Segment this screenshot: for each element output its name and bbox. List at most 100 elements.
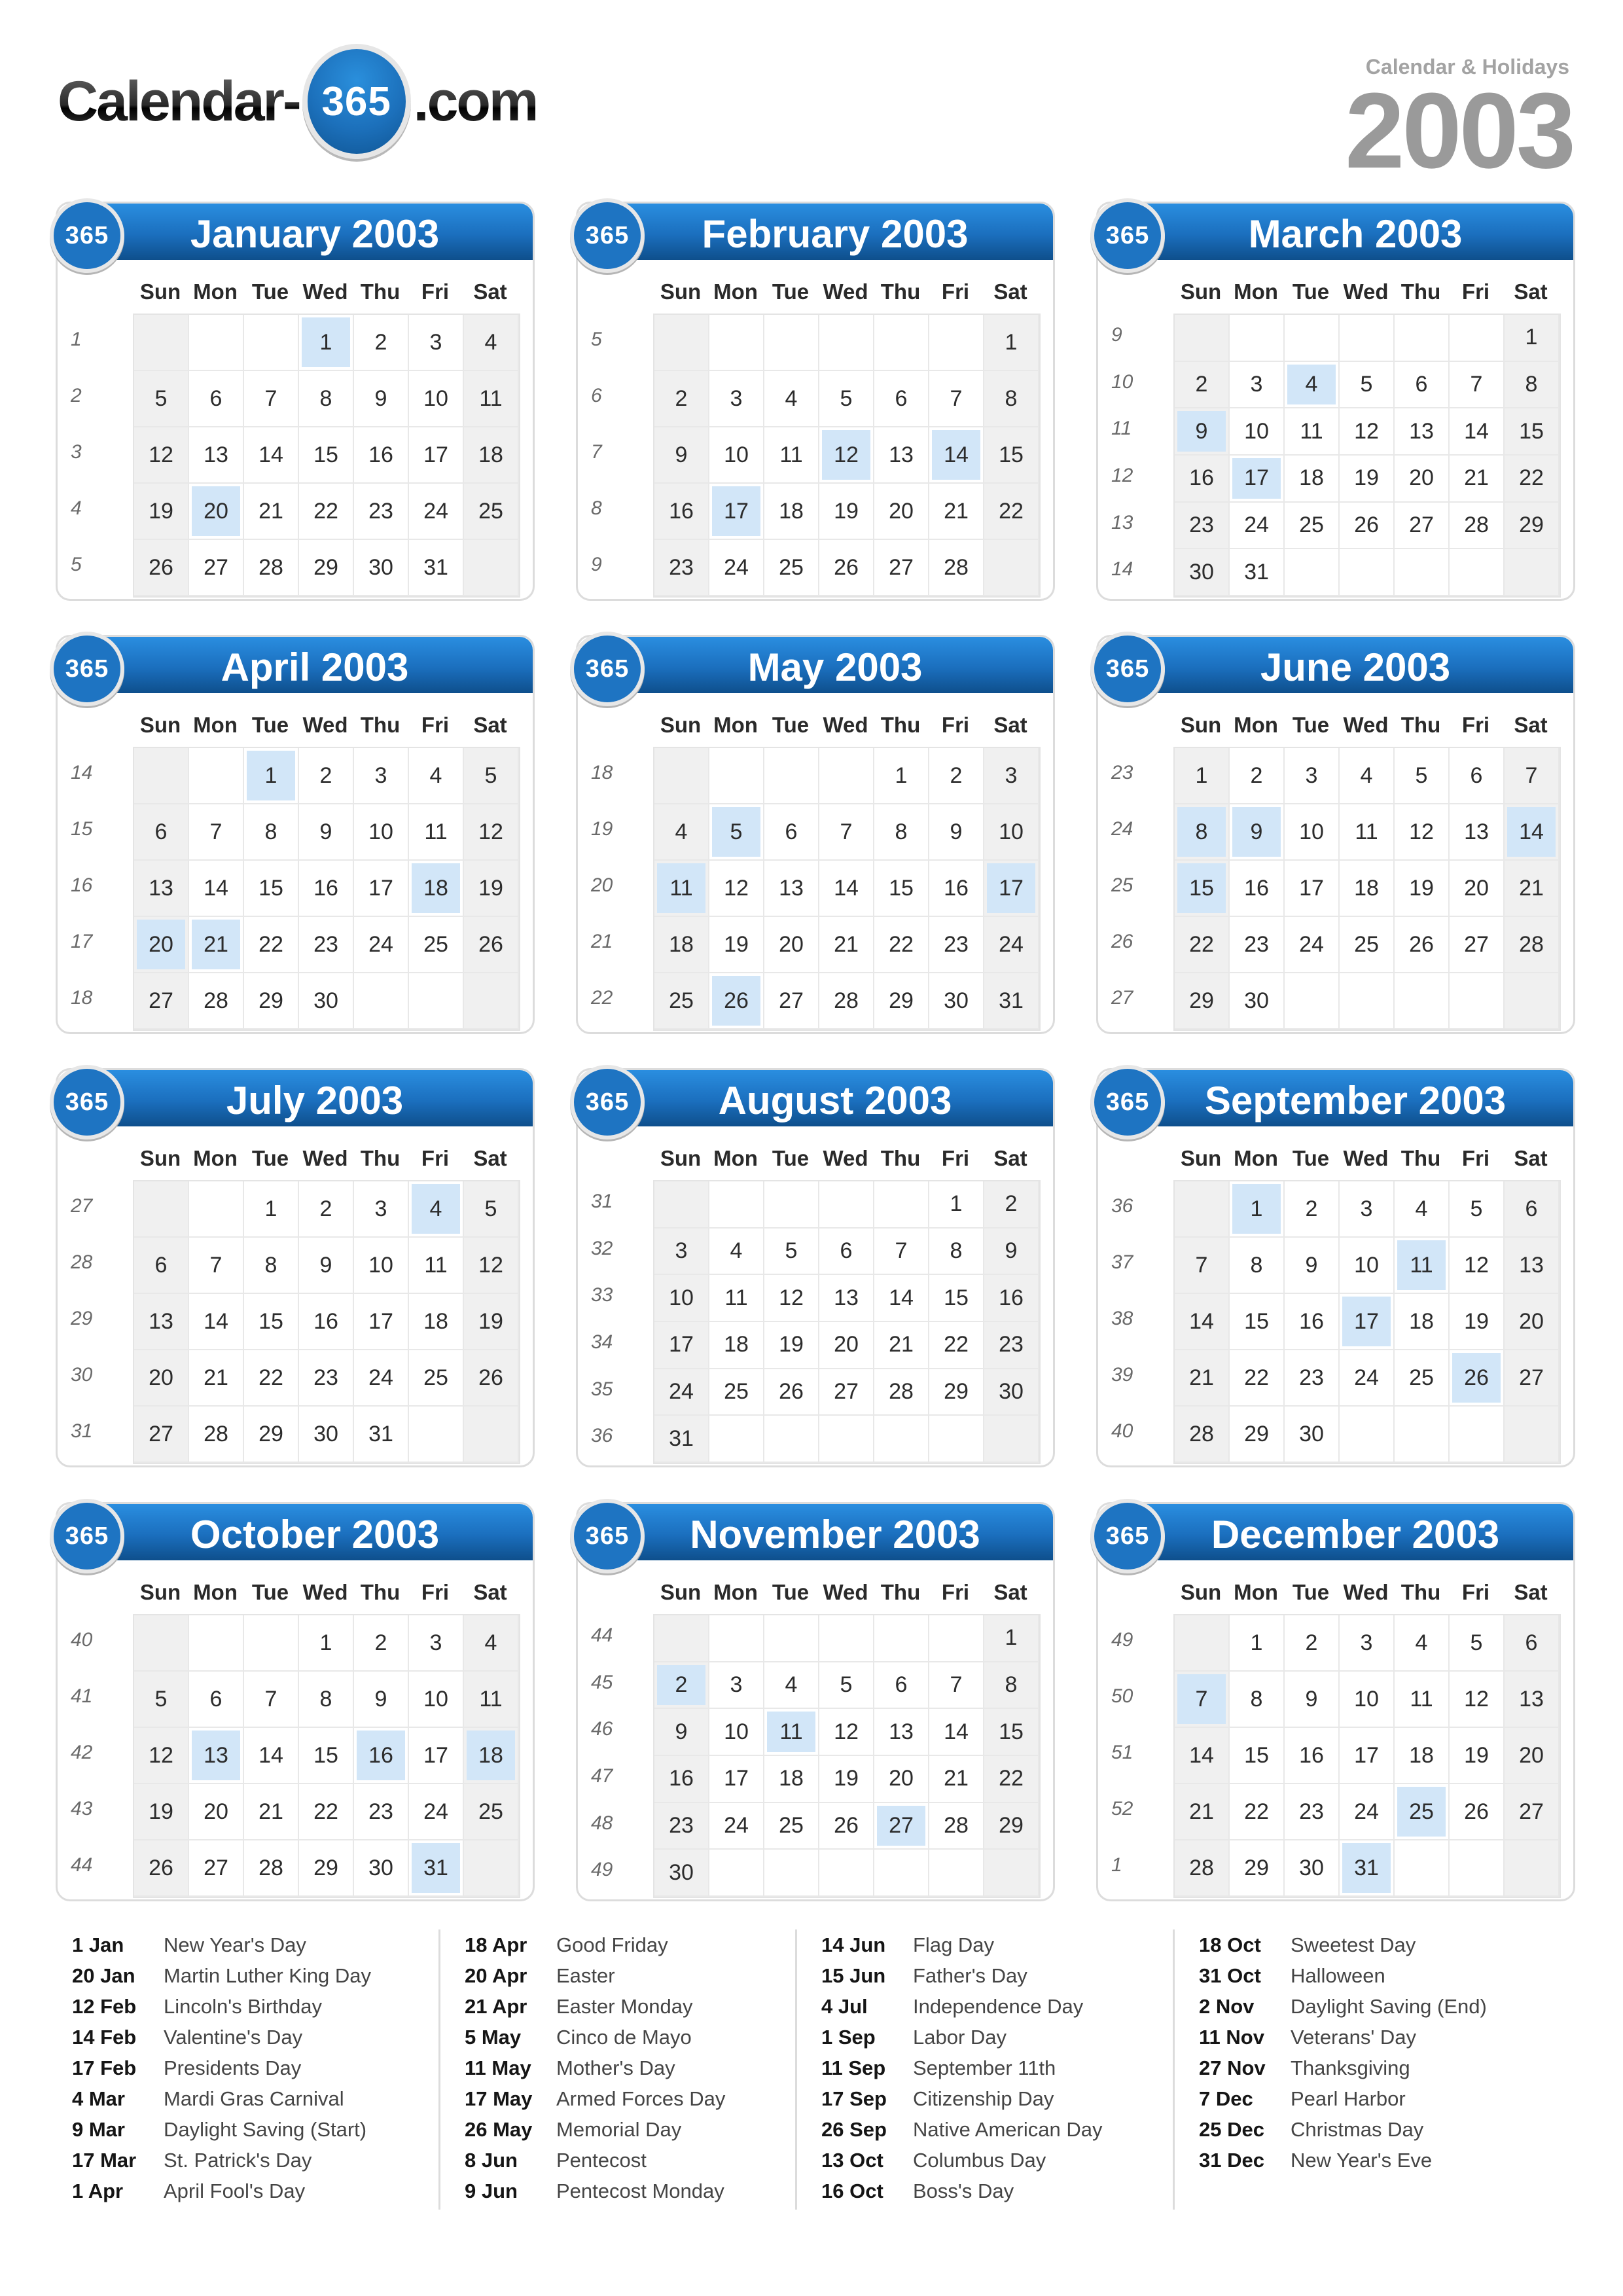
day-cell[interactable]: 26 xyxy=(1395,917,1450,973)
day-cell[interactable]: 16 xyxy=(1175,456,1230,503)
day-cell[interactable]: 19 xyxy=(819,484,874,540)
day-cell-holiday[interactable]: 5 xyxy=(709,804,764,861)
day-cell[interactable]: 30 xyxy=(1230,973,1285,1030)
day-cell-holiday[interactable]: 20 xyxy=(189,484,244,540)
day-cell[interactable]: 4 xyxy=(409,748,464,804)
day-cell[interactable]: 24 xyxy=(1340,1350,1395,1407)
day-cell[interactable]: 17 xyxy=(409,1728,464,1784)
day-cell-holiday[interactable]: 20 xyxy=(134,917,189,973)
day-cell[interactable]: 30 xyxy=(299,973,354,1030)
day-cell[interactable]: 3 xyxy=(709,371,764,427)
day-cell[interactable]: 6 xyxy=(189,371,244,427)
day-cell[interactable]: 16 xyxy=(299,1294,354,1350)
day-cell[interactable]: 17 xyxy=(409,427,464,484)
day-cell[interactable]: 30 xyxy=(354,1840,409,1897)
day-cell-holiday[interactable]: 12 xyxy=(819,427,874,484)
day-cell[interactable]: 5 xyxy=(464,748,519,804)
day-cell[interactable]: 4 xyxy=(654,804,709,861)
day-cell[interactable]: 10 xyxy=(654,1275,709,1322)
day-cell[interactable]: 28 xyxy=(874,1369,929,1416)
day-cell[interactable]: 23 xyxy=(654,1803,709,1850)
day-cell[interactable]: 22 xyxy=(244,1350,299,1407)
day-cell[interactable]: 2 xyxy=(354,315,409,371)
day-cell[interactable]: 26 xyxy=(464,917,519,973)
day-cell[interactable]: 20 xyxy=(1505,1728,1560,1784)
day-cell[interactable]: 10 xyxy=(354,1238,409,1294)
day-cell[interactable]: 21 xyxy=(244,484,299,540)
day-cell[interactable]: 26 xyxy=(464,1350,519,1407)
day-cell[interactable]: 10 xyxy=(1340,1238,1395,1294)
day-cell[interactable]: 29 xyxy=(299,1840,354,1897)
day-cell-holiday[interactable]: 14 xyxy=(929,427,984,484)
day-cell[interactable]: 27 xyxy=(1450,917,1505,973)
day-cell[interactable]: 31 xyxy=(984,973,1039,1030)
day-cell[interactable]: 10 xyxy=(1340,1672,1395,1728)
day-cell[interactable]: 12 xyxy=(1450,1672,1505,1728)
day-cell[interactable]: 5 xyxy=(1340,361,1395,409)
day-cell[interactable]: 28 xyxy=(1175,1407,1230,1463)
day-cell[interactable]: 1 xyxy=(874,748,929,804)
day-cell[interactable]: 3 xyxy=(1230,361,1285,409)
day-cell[interactable]: 20 xyxy=(134,1350,189,1407)
day-cell[interactable]: 13 xyxy=(189,427,244,484)
day-cell[interactable]: 16 xyxy=(1285,1294,1340,1350)
day-cell[interactable]: 14 xyxy=(874,1275,929,1322)
day-cell[interactable]: 15 xyxy=(929,1275,984,1322)
day-cell[interactable]: 18 xyxy=(464,427,519,484)
day-cell[interactable]: 3 xyxy=(354,748,409,804)
day-cell[interactable]: 13 xyxy=(1395,408,1450,456)
day-cell[interactable]: 27 xyxy=(189,540,244,596)
day-cell[interactable]: 16 xyxy=(354,427,409,484)
day-cell[interactable]: 26 xyxy=(1450,1784,1505,1840)
day-cell[interactable]: 23 xyxy=(1285,1350,1340,1407)
day-cell[interactable]: 13 xyxy=(764,861,819,917)
day-cell[interactable]: 5 xyxy=(1450,1181,1505,1238)
day-cell[interactable]: 19 xyxy=(464,861,519,917)
day-cell[interactable]: 2 xyxy=(984,1181,1039,1229)
day-cell[interactable]: 6 xyxy=(1505,1181,1560,1238)
day-cell-holiday[interactable]: 1 xyxy=(1230,1181,1285,1238)
day-cell[interactable]: 25 xyxy=(654,973,709,1030)
day-cell[interactable]: 21 xyxy=(929,484,984,540)
day-cell[interactable]: 4 xyxy=(1395,1181,1450,1238)
day-cell[interactable]: 24 xyxy=(709,540,764,596)
day-cell[interactable]: 12 xyxy=(709,861,764,917)
day-cell[interactable]: 8 xyxy=(874,804,929,861)
day-cell[interactable]: 21 xyxy=(189,1350,244,1407)
day-cell[interactable]: 31 xyxy=(1230,549,1285,596)
day-cell[interactable]: 30 xyxy=(929,973,984,1030)
day-cell[interactable]: 21 xyxy=(1175,1784,1230,1840)
day-cell[interactable]: 1 xyxy=(929,1181,984,1229)
day-cell[interactable]: 20 xyxy=(189,1784,244,1840)
day-cell[interactable]: 23 xyxy=(354,484,409,540)
day-cell[interactable]: 7 xyxy=(819,804,874,861)
day-cell[interactable]: 31 xyxy=(409,540,464,596)
day-cell[interactable]: 30 xyxy=(299,1407,354,1463)
day-cell[interactable]: 11 xyxy=(764,427,819,484)
day-cell[interactable]: 27 xyxy=(134,973,189,1030)
day-cell[interactable]: 9 xyxy=(984,1228,1039,1276)
day-cell[interactable]: 16 xyxy=(1230,861,1285,917)
day-cell[interactable]: 3 xyxy=(354,1181,409,1238)
day-cell[interactable]: 14 xyxy=(1175,1728,1230,1784)
day-cell[interactable]: 12 xyxy=(134,1728,189,1784)
day-cell[interactable]: 15 xyxy=(984,427,1039,484)
day-cell[interactable]: 5 xyxy=(464,1181,519,1238)
day-cell[interactable]: 8 xyxy=(299,371,354,427)
day-cell-holiday[interactable]: 11 xyxy=(764,1709,819,1756)
site-logo[interactable]: Calendar- 365 .com xyxy=(58,44,539,159)
day-cell[interactable]: 5 xyxy=(819,1662,874,1710)
day-cell[interactable]: 26 xyxy=(819,1803,874,1850)
day-cell[interactable]: 8 xyxy=(299,1672,354,1728)
day-cell[interactable]: 13 xyxy=(874,1709,929,1756)
day-cell[interactable]: 14 xyxy=(929,1709,984,1756)
day-cell[interactable]: 6 xyxy=(1395,361,1450,409)
day-cell[interactable]: 18 xyxy=(1340,861,1395,917)
day-cell[interactable]: 8 xyxy=(929,1228,984,1276)
day-cell[interactable]: 16 xyxy=(1285,1728,1340,1784)
day-cell[interactable]: 4 xyxy=(764,1662,819,1710)
day-cell[interactable]: 30 xyxy=(354,540,409,596)
day-cell[interactable]: 24 xyxy=(709,1803,764,1850)
day-cell[interactable]: 8 xyxy=(244,1238,299,1294)
day-cell[interactable]: 10 xyxy=(709,427,764,484)
